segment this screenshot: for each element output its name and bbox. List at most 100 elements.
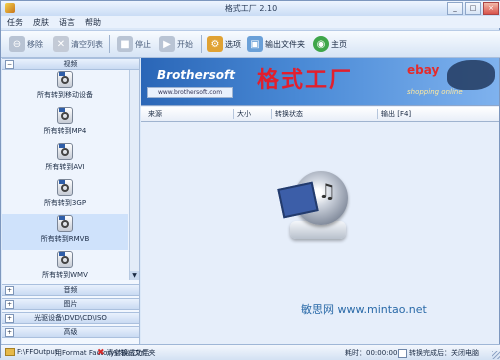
video-list-scrollbar[interactable]: ▼	[129, 70, 139, 280]
video-item-rmvb[interactable]: 所有转到RMVB	[2, 214, 128, 250]
advanced-category-header[interactable]: + 高级	[2, 326, 139, 338]
close-button[interactable]: ×	[483, 2, 499, 15]
video-category-header[interactable]: − 视频	[2, 58, 139, 70]
column-size[interactable]: 大小	[233, 109, 251, 119]
menu-help[interactable]: 帮助	[85, 17, 101, 28]
app-window: 格式工厂 2.10 _ □ × 任务 皮肤 语言 帮助 ⊖ 移除 ✕ 清空列表 …	[0, 0, 500, 360]
red-x-icon: ✖	[97, 348, 105, 358]
remove-label: 移除	[27, 39, 43, 49]
start-button[interactable]: ▶ 开始	[159, 34, 193, 54]
column-source[interactable]: 来源	[145, 109, 162, 119]
menu-task[interactable]: 任务	[7, 17, 23, 28]
output-folder-icon: ▣	[247, 36, 263, 52]
toolbar: ⊖ 移除 ✕ 清空列表 ■ 停止 ▶ 开始 ⚙ 选项 ▣ 输出文件夹 ◉ 主页	[1, 30, 500, 58]
output-folder-label: 输出文件夹	[265, 39, 305, 49]
format-factory-logo: ♫	[274, 163, 360, 249]
rom-category-label: 光驱设备\DVD\CD\ISO	[34, 314, 107, 322]
clear-list-icon: ✕	[53, 36, 69, 52]
collapse-icon[interactable]: −	[5, 60, 14, 69]
home-label: 主页	[331, 39, 347, 49]
expand-icon[interactable]: +	[5, 300, 14, 309]
ebay-logo: ebay	[407, 63, 440, 77]
watermark: 敏思网 www.mintao.net	[301, 303, 427, 316]
elapsed-time-text: 耗时：00:00:00	[345, 349, 398, 357]
avi-icon	[57, 143, 73, 160]
stop-icon: ■	[117, 36, 133, 52]
remove-icon: ⊖	[9, 36, 25, 52]
toolbar-separator	[109, 35, 110, 53]
shutdown-label: 转换完成后：关闭电脑	[409, 349, 479, 357]
expand-icon[interactable]: +	[5, 314, 14, 323]
options-label: 选项	[225, 39, 241, 49]
video-category-label: 视频	[63, 60, 78, 68]
clear-list-label: 清空列表	[71, 39, 103, 49]
video-item-label: 所有转到MP4	[43, 127, 87, 135]
elapsed-time: 耗时：00:00:00	[345, 348, 397, 358]
options-button[interactable]: ⚙ 选项	[207, 34, 241, 54]
advanced-category-label: 高级	[63, 328, 78, 336]
clear-output-folder-label: 清空输出文件夹	[106, 349, 156, 357]
home-button[interactable]: ◉ 主页	[313, 34, 347, 54]
output-path[interactable]: F:\FFOutput	[5, 348, 58, 356]
folder-icon	[5, 348, 15, 356]
shopping-online-text: shopping online	[407, 88, 463, 96]
video-item-wmv[interactable]: 所有转到WMV	[2, 250, 128, 286]
rom-category-header[interactable]: + 光驱设备\DVD\CD\ISO	[2, 312, 139, 324]
audio-category-header[interactable]: + 音频	[2, 284, 139, 296]
expand-icon[interactable]: +	[5, 328, 14, 337]
start-label: 开始	[177, 39, 193, 49]
menu-language[interactable]: 语言	[59, 17, 75, 28]
music-note-icon: ♫	[318, 179, 336, 203]
file-table-header: 来源 大小 转换状态 输出 [F4]	[141, 107, 499, 122]
title-bar: 格式工厂 2.10 _ □ ×	[1, 1, 500, 17]
video-item-label: 所有转到移动设备	[37, 91, 93, 99]
video-item-avi[interactable]: 所有转到AVI	[2, 142, 128, 178]
main-panel: Brothersoft www.brothersoft.com 格式工厂 eba…	[141, 58, 499, 344]
maximize-button[interactable]: □	[465, 2, 481, 15]
video-item-label: 所有转到WMV	[42, 271, 88, 279]
image-category-header[interactable]: + 图片	[2, 298, 139, 310]
category-sidebar: − 视频 所有转到移动设备 所有转到MP4 所有转到AVI 所有转到3GP 所有…	[2, 58, 140, 344]
audio-category-label: 音频	[63, 286, 78, 294]
video-item-label: 所有转到RMVB	[40, 235, 90, 243]
wmv-icon	[57, 251, 73, 268]
output-path-text: F:\FFOutput	[17, 348, 58, 356]
mobile-device-icon	[57, 71, 73, 88]
world-map-icon	[447, 60, 495, 90]
home-icon: ◉	[313, 36, 329, 52]
format-factory-title: 格式工厂	[257, 68, 354, 93]
options-icon: ⚙	[207, 36, 223, 52]
brothersoft-logo: Brothersoft	[157, 68, 235, 82]
shutdown-after-option[interactable]: 转换完成后：关闭电脑	[398, 348, 479, 358]
mp4-icon	[57, 107, 73, 124]
start-icon: ▶	[159, 36, 175, 52]
shutdown-checkbox[interactable]	[398, 348, 407, 358]
video-item-mobile[interactable]: 所有转到移动设备	[2, 70, 128, 106]
video-item-label: 所有转到3GP	[43, 199, 87, 207]
column-status[interactable]: 转换状态	[271, 109, 303, 119]
menu-skin[interactable]: 皮肤	[33, 17, 49, 28]
window-title: 格式工厂 2.10	[224, 4, 278, 13]
stop-label: 停止	[135, 39, 151, 49]
expand-icon[interactable]: +	[5, 286, 14, 295]
minimize-button[interactable]: _	[447, 2, 463, 15]
output-folder-button[interactable]: ▣ 输出文件夹	[247, 34, 305, 54]
remove-button[interactable]: ⊖ 移除	[9, 34, 43, 54]
scroll-down-icon[interactable]: ▼	[130, 271, 139, 280]
clear-list-button[interactable]: ✕ 清空列表	[53, 34, 103, 54]
video-item-label: 所有转到AVI	[45, 163, 85, 171]
ad-banner[interactable]: Brothersoft www.brothersoft.com 格式工厂 eba…	[141, 58, 499, 106]
video-item-mp4[interactable]: 所有转到MP4	[2, 106, 128, 142]
column-output[interactable]: 输出 [F4]	[377, 109, 411, 119]
rmvb-icon	[57, 215, 73, 232]
window-controls: _ □ ×	[447, 2, 499, 15]
video-format-list: 所有转到移动设备 所有转到MP4 所有转到AVI 所有转到3GP 所有转到RMV…	[2, 70, 139, 280]
stop-button[interactable]: ■ 停止	[117, 34, 151, 54]
clear-output-folder-button[interactable]: ✖ 清空输出文件夹	[97, 348, 156, 358]
3gp-icon	[57, 179, 73, 196]
banner-url-box: www.brothersoft.com	[147, 87, 233, 98]
menu-bar: 任务 皮肤 语言 帮助	[1, 16, 500, 28]
image-category-label: 图片	[63, 300, 78, 308]
toolbar-separator	[201, 35, 202, 53]
video-item-3gp[interactable]: 所有转到3GP	[2, 178, 128, 214]
